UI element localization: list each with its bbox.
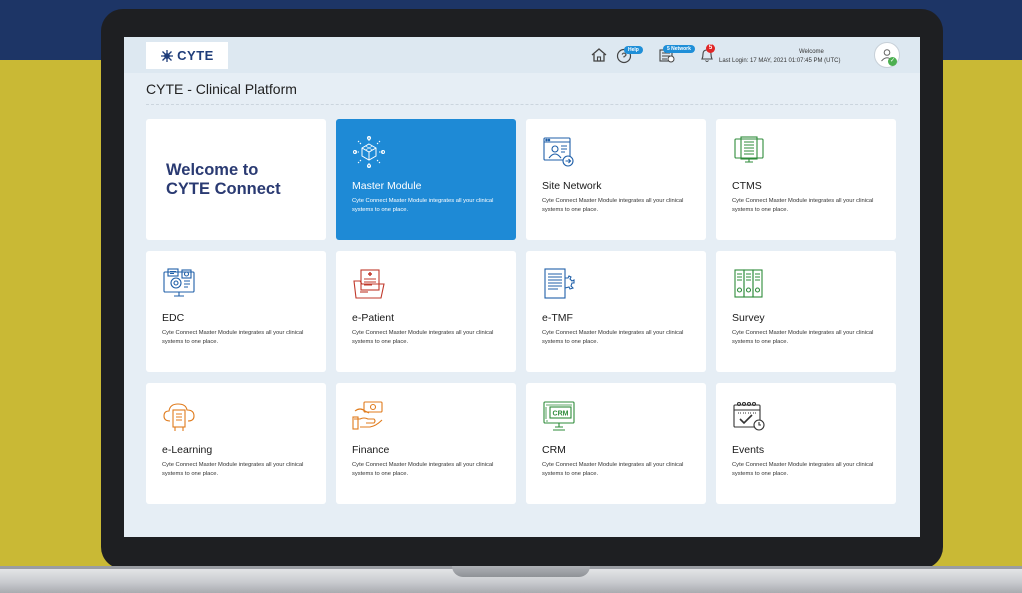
cloud-book-icon <box>163 403 195 431</box>
module-name: e-Patient <box>352 312 395 324</box>
module-description: Cyte Connect Master Module integrates al… <box>732 198 874 213</box>
module-card-e-learning[interactable]: e-Learning Cyte Connect Master Module in… <box>146 383 326 504</box>
module-name: Site Network <box>542 180 602 192</box>
document-gear-icon <box>544 268 575 299</box>
module-description: Cyte Connect Master Module integrates al… <box>542 462 684 477</box>
ctms-monitor-icon <box>734 136 764 163</box>
page-title: CYTE - Clinical Platform <box>146 81 297 97</box>
module-description: Cyte Connect Master Module integrates al… <box>542 330 684 345</box>
module-name: Events <box>732 444 765 456</box>
welcome-line-1: Welcome to <box>166 160 259 179</box>
module-name: Master Module <box>352 180 422 192</box>
module-card-edc[interactable]: EDC Cyte Connect Master Module integrate… <box>146 251 326 372</box>
module-description: Cyte Connect Master Module integrates al… <box>732 462 874 477</box>
network-pill[interactable]: 5 Network <box>663 45 695 53</box>
module-card-ctms[interactable]: CTMS Cyte Connect Master Module integrat… <box>716 119 896 240</box>
help-pill[interactable]: Help <box>624 46 643 54</box>
home-icon[interactable] <box>590 46 608 64</box>
module-name: e-TMF <box>542 312 573 324</box>
site-network-icon <box>543 137 574 167</box>
welcome-card: Welcome to CYTE Connect <box>146 119 326 240</box>
calendar-check-icon <box>733 401 765 431</box>
module-card-e-patient[interactable]: e-Patient Cyte Connect Master Module int… <box>336 251 516 372</box>
cube-network-icon <box>353 136 385 168</box>
notification-count-badge: 5 <box>706 44 715 53</box>
module-card-finance[interactable]: Finance Cyte Connect Master Module integ… <box>336 383 516 504</box>
module-description: Cyte Connect Master Module integrates al… <box>352 462 494 477</box>
module-description: Cyte Connect Master Module integrates al… <box>732 330 874 345</box>
module-description: Cyte Connect Master Module integrates al… <box>162 330 304 345</box>
laptop-notch <box>452 566 590 577</box>
module-description: Cyte Connect Master Module integrates al… <box>352 330 494 345</box>
module-name: Finance <box>352 444 390 456</box>
module-name: CTMS <box>732 180 762 192</box>
module-name: CRM <box>542 444 566 456</box>
module-grid: Welcome to CYTE Connect Master Module Cy… <box>146 119 898 504</box>
cyte-logo-icon <box>161 49 174 62</box>
module-description: Cyte Connect Master Module integrates al… <box>352 198 494 213</box>
module-card-e-tmf[interactable]: e-TMF Cyte Connect Master Module integra… <box>526 251 706 372</box>
edc-screen-icon <box>163 268 195 297</box>
welcome-label: Welcome <box>799 49 824 55</box>
hand-money-icon <box>352 401 383 430</box>
module-name: e-Learning <box>162 444 213 456</box>
patient-folder-icon <box>353 269 385 299</box>
module-name: Survey <box>732 312 765 324</box>
module-description: Cyte Connect Master Module integrates al… <box>162 462 304 477</box>
top-bar: CYTE Help 5 Network 5 Welcome Last Login… <box>124 37 920 73</box>
binders-icon <box>734 269 763 298</box>
svg-text:CRM: CRM <box>553 411 569 418</box>
welcome-line-2: CYTE Connect <box>166 179 281 198</box>
cyte-logo[interactable]: CYTE <box>146 42 228 69</box>
last-login-text: Last Login: 17 MAY, 2021 01:07:45 PM (UT… <box>719 58 841 64</box>
module-card-survey[interactable]: Survey Cyte Connect Master Module integr… <box>716 251 896 372</box>
app-screen: CYTE Help 5 Network 5 Welcome Last Login… <box>124 37 920 537</box>
module-card-events[interactable]: Events Cyte Connect Master Module integr… <box>716 383 896 504</box>
title-divider <box>146 104 898 105</box>
online-status-icon: ✓ <box>888 57 897 66</box>
module-card-crm[interactable]: CRM CRM Cyte Connect Master Module integ… <box>526 383 706 504</box>
crm-monitor-icon: CRM <box>543 401 575 431</box>
module-name: EDC <box>162 312 185 324</box>
module-card-site-network[interactable]: Site Network Cyte Connect Master Module … <box>526 119 706 240</box>
module-description: Cyte Connect Master Module integrates al… <box>542 198 684 213</box>
logo-text: CYTE <box>177 48 214 63</box>
module-card-master-module[interactable]: Master Module Cyte Connect Master Module… <box>336 119 516 240</box>
